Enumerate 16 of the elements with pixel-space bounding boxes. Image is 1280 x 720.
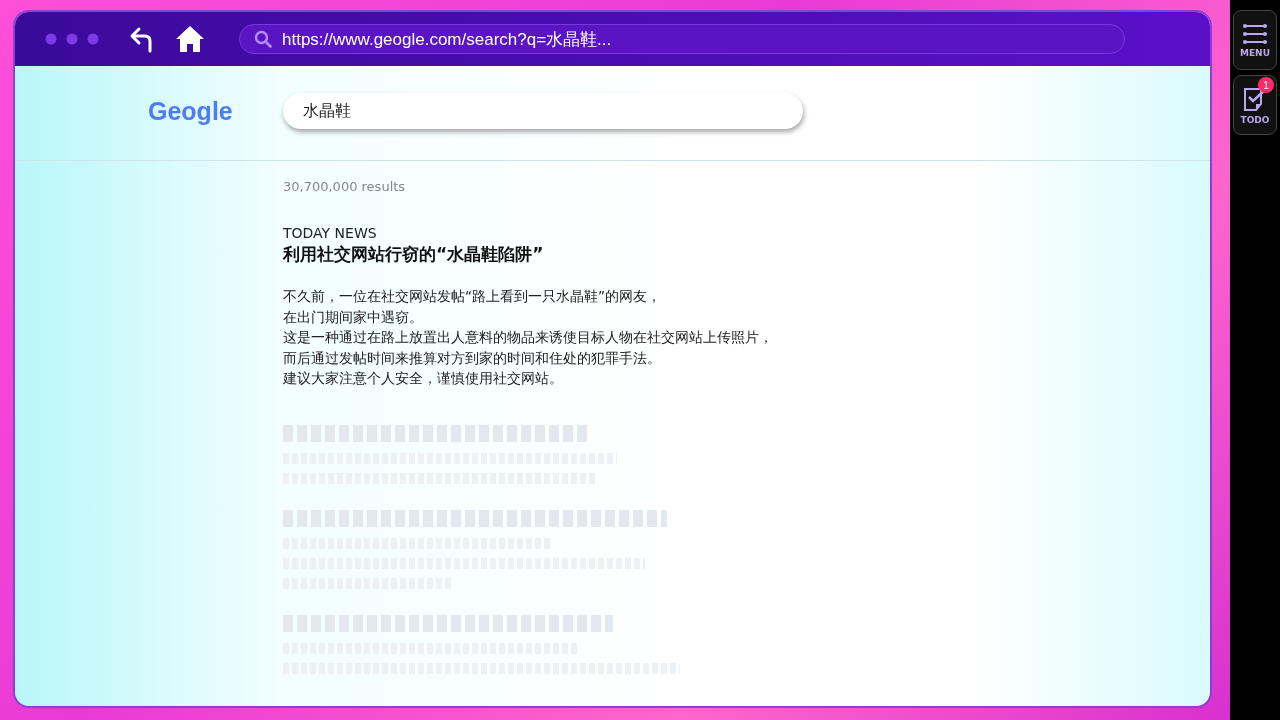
address-bar[interactable]: https://www.geogle.com/search?q=水晶鞋...	[239, 24, 1125, 54]
menu-icon	[1242, 22, 1268, 45]
news-headline[interactable]: 利用社交网站行窃的“水晶鞋陷阱”	[283, 243, 1210, 266]
menu-button[interactable]: MENU	[1233, 10, 1277, 70]
result-count: 30,700,000 results	[283, 179, 407, 194]
url-text: https://www.geogle.com/search?q=水晶鞋...	[282, 28, 612, 51]
search-field[interactable]: 水晶鞋	[283, 93, 803, 129]
todo-button[interactable]: TODO 1	[1233, 75, 1277, 135]
news-source: TODAY NEWS	[283, 225, 378, 241]
notification-badge: 1	[1258, 77, 1274, 93]
window-dots-icon[interactable]	[45, 33, 99, 45]
back-icon[interactable]	[129, 25, 155, 53]
home-icon[interactable]	[175, 25, 205, 53]
search-icon	[254, 30, 272, 48]
news-paragraph: 不久前，一位在社交网站发帖“路上看到一只水晶鞋”的网友， 在出门期间家中遇窃。 这是一种通过在路上放置出人意料的物品来诱使目标人物在社交网站上传照片， 而后通过发帖时间来推算对方到家的时间和住处的犯罪手法。 建议大家注意个人安全，谨慎使用社交网站。	[283, 287, 774, 388]
search-engine-logo[interactable]: Geogle	[148, 96, 283, 126]
